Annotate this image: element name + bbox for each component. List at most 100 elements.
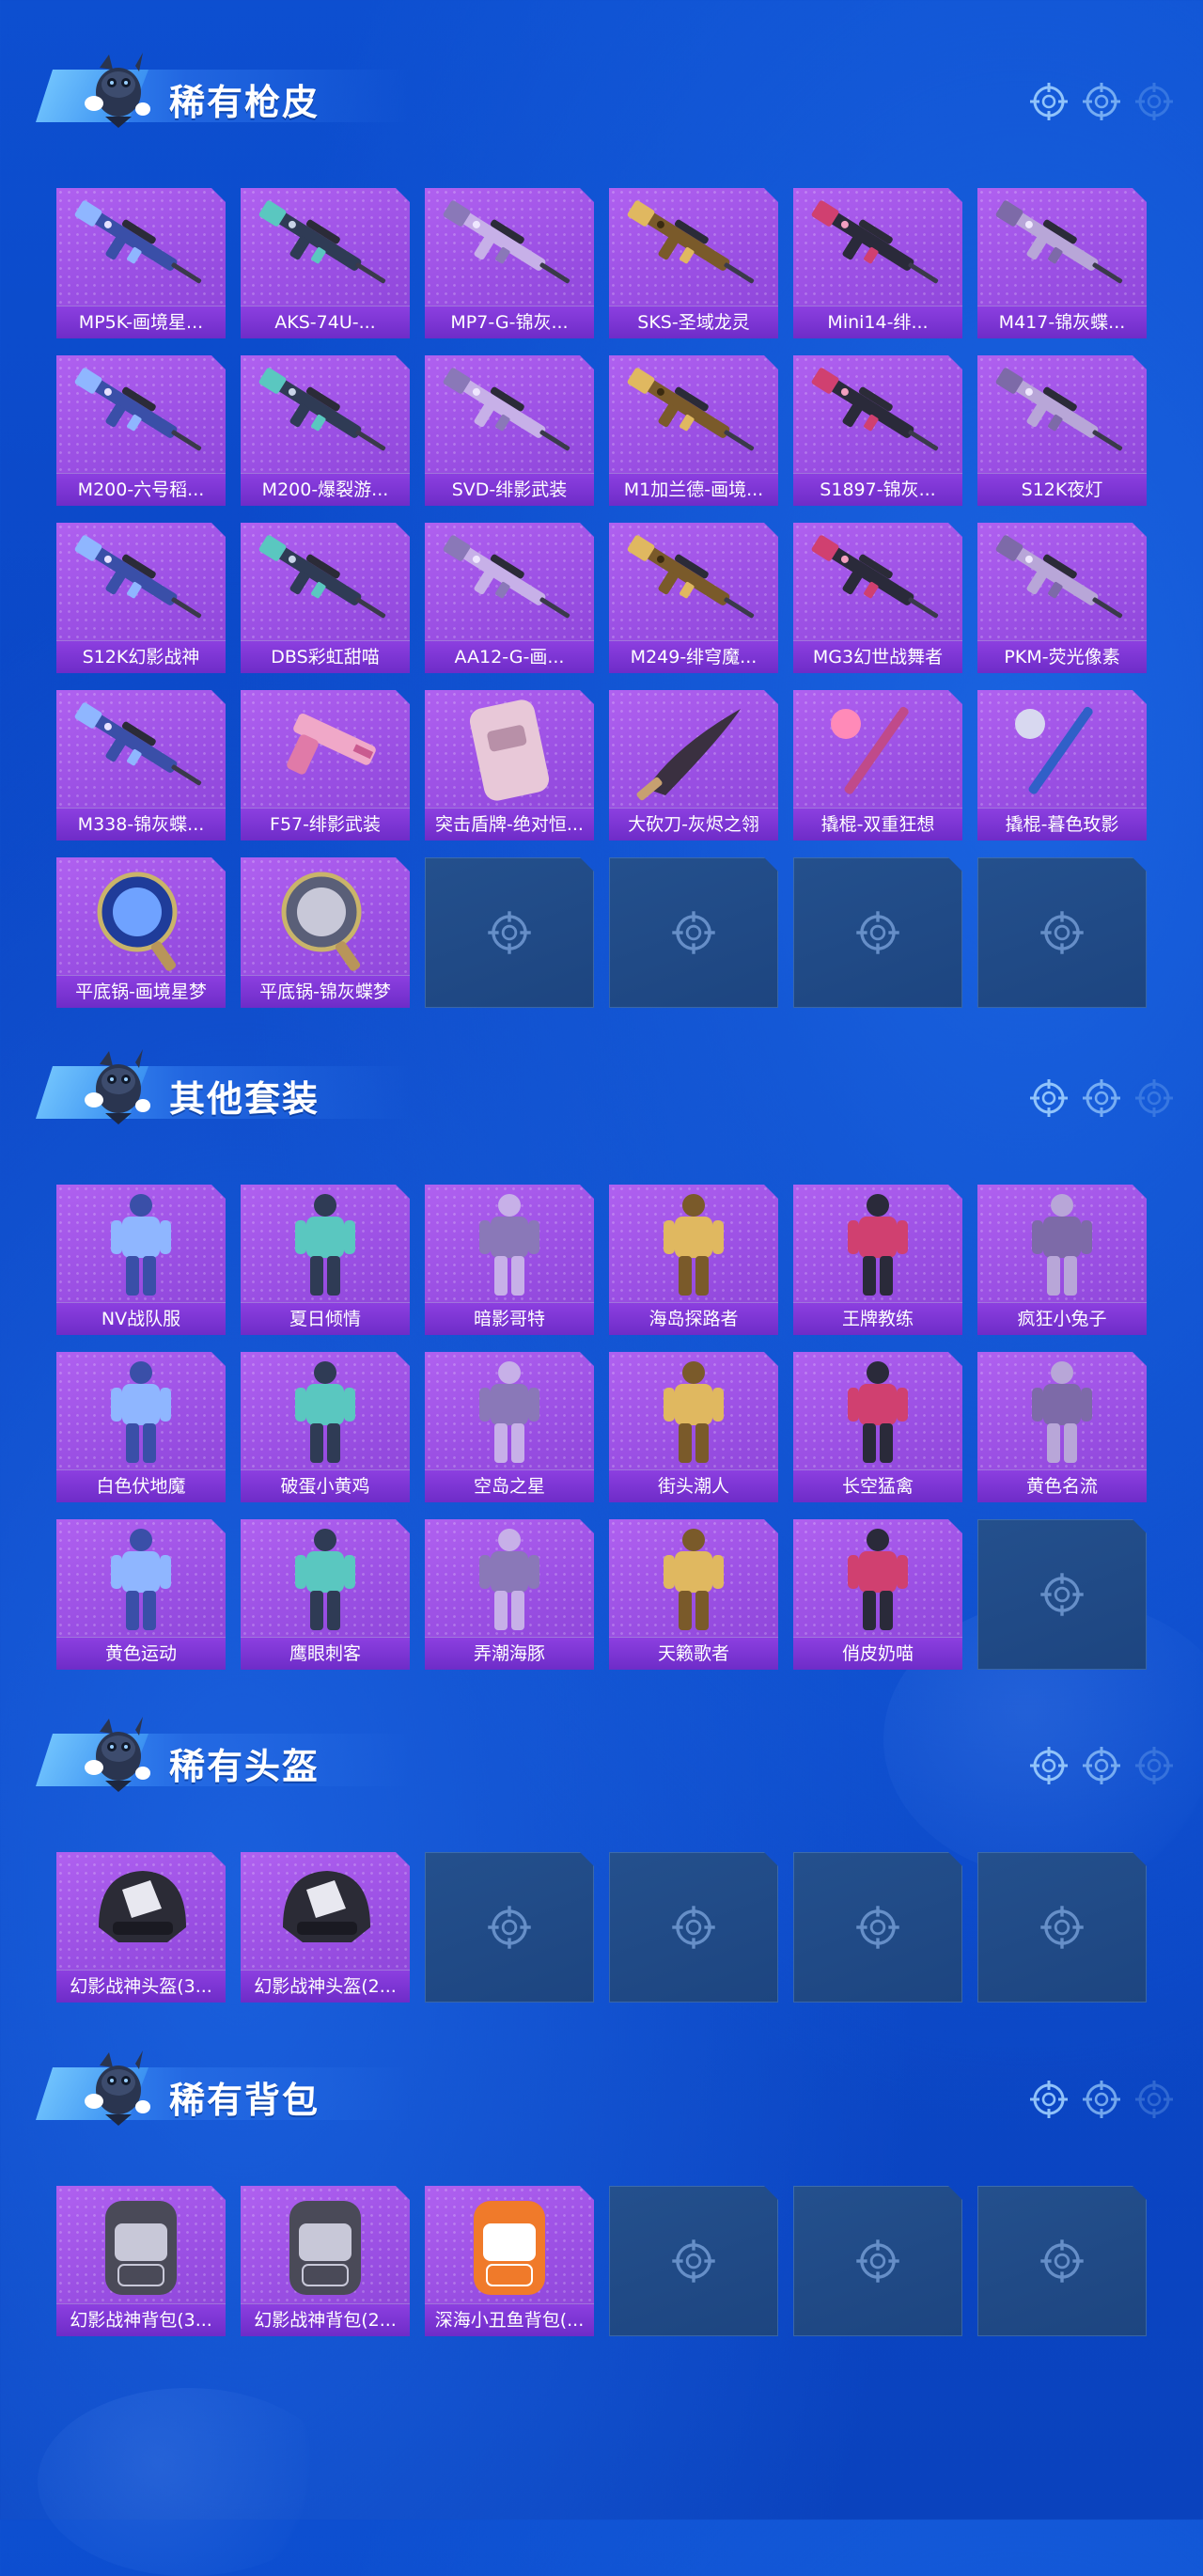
outfit-icon — [609, 1185, 778, 1301]
outfit-icon — [609, 1519, 778, 1636]
item-label: 长空猛禽 — [793, 1469, 962, 1502]
item-card[interactable]: 幻影战神背包(2... — [241, 2186, 410, 2336]
crosshair-icon — [486, 909, 533, 956]
item-card[interactable]: M1加兰德-画境... — [609, 355, 778, 506]
item-card[interactable]: Mini14-绯... — [793, 188, 962, 338]
item-card[interactable]: MP5K-画境星... — [56, 188, 226, 338]
item-card[interactable]: 空岛之星 — [425, 1352, 594, 1502]
item-card[interactable]: S1897-锦灰... — [793, 355, 962, 506]
outfit-icon — [241, 1352, 410, 1469]
item-card[interactable]: 撬棍-暮色玫影 — [977, 690, 1147, 840]
item-card[interactable]: 天籁歌者 — [609, 1519, 778, 1670]
item-label: DBS彩虹甜喵 — [241, 640, 410, 673]
section-other-outfits: 其他套装 NV战队服 夏日倾情 暗影哥特 海岛探路者 王牌教练 疯狂小兔子 白色… — [0, 1034, 1203, 1670]
item-label: M417-锦灰蝶... — [977, 306, 1147, 338]
item-card[interactable]: F57-绯影武装 — [241, 690, 410, 840]
item-card[interactable]: 街头潮人 — [609, 1352, 778, 1502]
item-card[interactable]: 撬棍-双重狂想 — [793, 690, 962, 840]
item-card[interactable]: 疯狂小兔子 — [977, 1185, 1147, 1335]
item-label: F57-绯影武装 — [241, 808, 410, 840]
item-label: 撬棍-暮色玫影 — [977, 808, 1147, 840]
outfit-icon — [241, 1185, 410, 1301]
item-label: 幻影战神背包(3... — [56, 2303, 226, 2336]
item-label: 鹰眼刺客 — [241, 1637, 410, 1670]
item-card[interactable]: 弄潮海豚 — [425, 1519, 594, 1670]
item-card[interactable]: 黄色名流 — [977, 1352, 1147, 1502]
mascot-icon — [81, 2047, 150, 2128]
item-card[interactable]: 黄色运动 — [56, 1519, 226, 1670]
backpack-icon — [425, 2186, 594, 2302]
item-card[interactable]: 俏皮奶喵 — [793, 1519, 962, 1670]
item-card[interactable]: NV战队服 — [56, 1185, 226, 1335]
item-card[interactable]: 幻影战神头盔(3... — [56, 1852, 226, 2003]
item-grid: NV战队服 夏日倾情 暗影哥特 海岛探路者 王牌教练 疯狂小兔子 白色伏地魔 破… — [56, 1185, 1147, 1670]
gun-skin-icon — [241, 188, 410, 305]
decorative-crosshairs — [1028, 1745, 1175, 1786]
outfit-icon — [793, 1185, 962, 1301]
item-card[interactable]: M338-锦灰蝶... — [56, 690, 226, 840]
crosshair-icon — [854, 2238, 901, 2285]
item-card[interactable]: M200-六号稻... — [56, 355, 226, 506]
mascot-icon — [81, 49, 150, 130]
item-card[interactable]: M417-锦灰蝶... — [977, 188, 1147, 338]
crosshair-icon — [670, 2238, 717, 2285]
item-card[interactable]: AA12-G-画... — [425, 523, 594, 673]
gun-skin-icon — [977, 523, 1147, 639]
item-card[interactable]: 幻影战神背包(3... — [56, 2186, 226, 2336]
gun-skin-icon — [241, 355, 410, 472]
item-card[interactable]: 鹰眼刺客 — [241, 1519, 410, 1670]
item-card[interactable]: 长空猛禽 — [793, 1352, 962, 1502]
item-card[interactable]: 夏日倾情 — [241, 1185, 410, 1335]
gun-skin-icon — [241, 523, 410, 639]
empty-slot — [609, 2186, 778, 2336]
item-card[interactable]: MP7-G-锦灰... — [425, 188, 594, 338]
item-card[interactable]: M200-爆裂游... — [241, 355, 410, 506]
backpack-icon — [241, 2186, 410, 2302]
item-card[interactable]: 深海小丑鱼背包(... — [425, 2186, 594, 2336]
gun-skin-icon — [609, 355, 778, 472]
item-card[interactable]: 幻影战神头盔(2... — [241, 1852, 410, 2003]
crosshair-icon — [1133, 1745, 1175, 1786]
item-card[interactable]: AKS-74U-... — [241, 188, 410, 338]
crosshair-icon — [1081, 1745, 1122, 1786]
section-header: 稀有枪皮 — [0, 38, 1203, 150]
item-card[interactable]: 白色伏地魔 — [56, 1352, 226, 1502]
item-card[interactable]: 暗影哥特 — [425, 1185, 594, 1335]
empty-slot — [609, 857, 778, 1008]
empty-slot — [793, 1852, 962, 2003]
item-label: PKM-荧光像素 — [977, 640, 1147, 673]
empty-slot — [793, 2186, 962, 2336]
item-label: 大砍刀-灰烬之翎 — [609, 808, 778, 840]
decorative-parachute — [38, 2388, 338, 2576]
item-card[interactable]: M249-绯穹魔... — [609, 523, 778, 673]
item-card[interactable]: SVD-绯影武装 — [425, 355, 594, 506]
item-label: MG3幻世战舞者 — [793, 640, 962, 673]
pistol-skin-icon — [241, 690, 410, 807]
crosshair-icon — [1133, 1077, 1175, 1119]
machete-skin-icon — [609, 690, 778, 807]
item-card[interactable]: MG3幻世战舞者 — [793, 523, 962, 673]
gun-skin-icon — [56, 355, 226, 472]
item-label: 空岛之星 — [425, 1469, 594, 1502]
item-card[interactable]: 大砍刀-灰烬之翎 — [609, 690, 778, 840]
item-card[interactable]: S12K幻影战神 — [56, 523, 226, 673]
gun-skin-icon — [977, 355, 1147, 472]
item-card[interactable]: 海岛探路者 — [609, 1185, 778, 1335]
item-card[interactable]: SKS-圣域龙灵 — [609, 188, 778, 338]
item-label: 幻影战神背包(2... — [241, 2303, 410, 2336]
item-card[interactable]: S12K夜灯 — [977, 355, 1147, 506]
item-label: MP5K-画境星... — [56, 306, 226, 338]
item-card[interactable]: 平底锅-锦灰蝶梦 — [241, 857, 410, 1008]
outfit-icon — [56, 1352, 226, 1469]
item-label: AA12-G-画... — [425, 640, 594, 673]
item-label: 平底锅-锦灰蝶梦 — [241, 975, 410, 1008]
item-card[interactable]: DBS彩虹甜喵 — [241, 523, 410, 673]
item-card[interactable]: 破蛋小黄鸡 — [241, 1352, 410, 1502]
item-label: 俏皮奶喵 — [793, 1637, 962, 1670]
section-rare-gun-skins: 稀有枪皮 MP5K-画境星... AKS-74U-... MP7-G-锦灰...… — [0, 38, 1203, 1008]
item-card[interactable]: 平底锅-画境星梦 — [56, 857, 226, 1008]
item-card[interactable]: 王牌教练 — [793, 1185, 962, 1335]
item-card[interactable]: 突击盾牌-绝对恒... — [425, 690, 594, 840]
empty-slot — [977, 2186, 1147, 2336]
item-card[interactable]: PKM-荧光像素 — [977, 523, 1147, 673]
